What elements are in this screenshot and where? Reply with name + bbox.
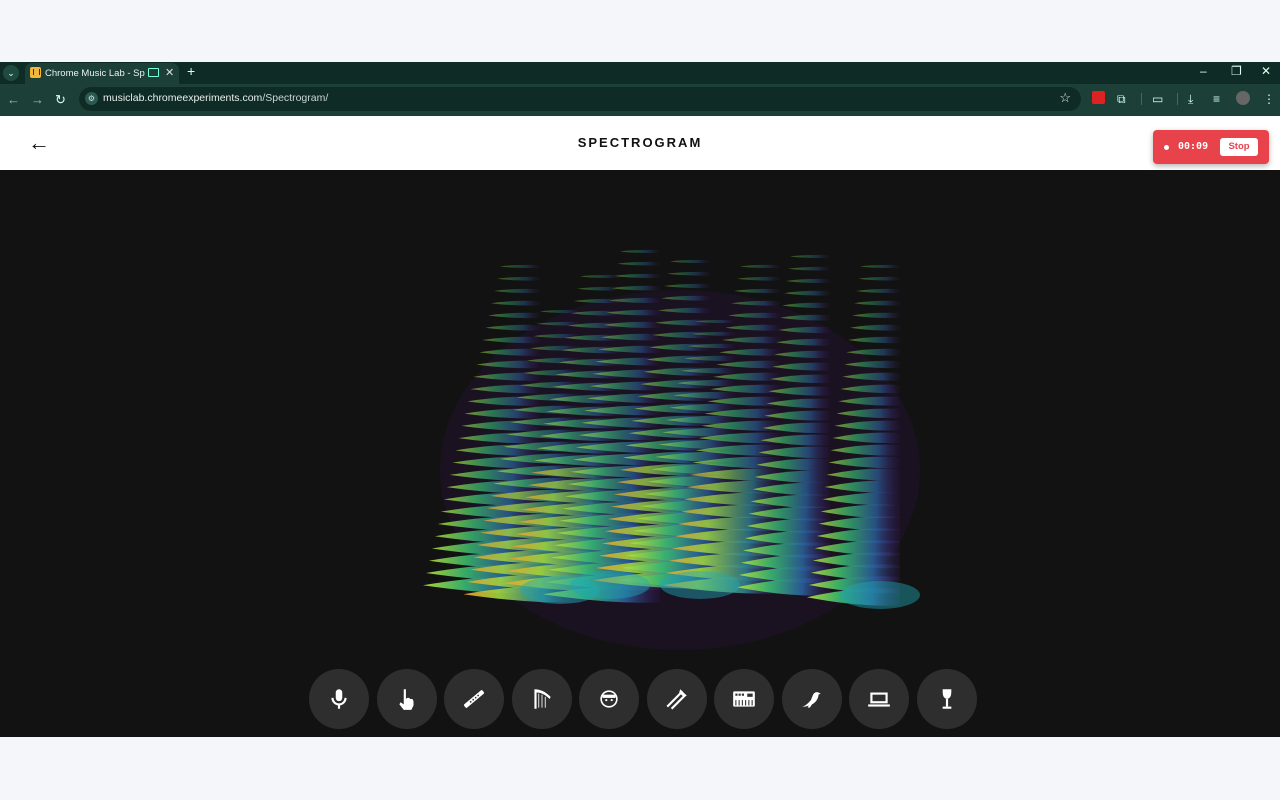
wineglass-button[interactable] [916, 669, 977, 729]
spectrogram-peak [482, 336, 540, 344]
page-content: ← SPECTROGRAM 00:09 Stop [0, 116, 1280, 737]
site-info-icon[interactable]: ⚙ [85, 92, 98, 105]
minimize-icon[interactable]: – [1200, 64, 1207, 78]
spectrogram-peak [734, 288, 780, 294]
spectrogram-peak [497, 276, 540, 281]
spectrogram-peak [664, 283, 710, 289]
spectrogram-peak [617, 261, 660, 266]
spectrogram-peak [580, 274, 620, 279]
spectrogram-peak [667, 271, 710, 276]
trombone-button[interactable] [646, 669, 707, 729]
flute-button[interactable] [444, 669, 504, 729]
face-icon [600, 690, 618, 708]
bird-button[interactable] [781, 669, 842, 729]
spectrogram-glow [660, 571, 740, 599]
harp-button[interactable] [511, 669, 572, 729]
voice-button[interactable] [579, 669, 639, 729]
spectrogram-peak [856, 288, 900, 294]
harp-icon [533, 689, 551, 709]
spectrogram-peak [858, 276, 900, 281]
bird-icon [801, 692, 821, 708]
spectrogram-peak [852, 312, 900, 319]
spectrogram-peak [782, 302, 830, 309]
trombone-icon [665, 689, 687, 710]
forward-nav-icon[interactable]: → [31, 92, 44, 107]
tab-chrome-music-lab[interactable]: Chrome Music Lab - Spectr ✕ [25, 63, 179, 84]
spectrogram-peak [850, 324, 900, 331]
spectrogram-visualization[interactable] [0, 170, 1280, 737]
instrument-dock [309, 669, 979, 731]
media-playing-icon[interactable] [148, 68, 159, 77]
wineglass-icon [942, 689, 951, 709]
url-text[interactable]: musiclab.chromeexperiments.com/Spectrogr… [103, 92, 328, 104]
more-menu-icon[interactable]: ⋮ [1263, 92, 1275, 106]
url-path: /Spectrogram/ [262, 92, 329, 104]
spectrogram-peak [576, 286, 620, 291]
synth-icon [733, 691, 755, 707]
laptop-icon [868, 692, 890, 707]
spectrogram-peak [790, 254, 830, 259]
browser-window: ⌄ Chrome Music Lab - Spectr ✕ + – ❐ ✕ ← … [0, 62, 1280, 737]
spectrogram-peak [500, 264, 540, 269]
recorder-extension-icon[interactable] [1092, 91, 1105, 104]
spectrogram-glow [840, 581, 920, 609]
spectrogram-peak [479, 348, 540, 356]
computer-button[interactable] [849, 669, 909, 729]
toolbar-divider [1141, 93, 1142, 105]
restore-icon[interactable]: ❐ [1231, 64, 1242, 78]
spectrogram-peak [620, 249, 660, 254]
draw-button[interactable] [376, 669, 437, 729]
page-title: SPECTROGRAM [577, 135, 703, 150]
tab-title: Chrome Music Lab - Spectr [45, 68, 145, 79]
spectrogram-peak [670, 259, 710, 264]
browser-toolbar: ← → ↻ ⚙ musiclab.chromeexperiments.com/S… [0, 84, 1280, 116]
extensions-puzzle-icon[interactable]: ⧉ [1117, 92, 1126, 107]
tab-search-chevron-icon[interactable]: ⌄ [3, 65, 19, 81]
recording-indicator: 00:09 Stop [1153, 130, 1269, 164]
new-tab-plus-icon[interactable]: + [187, 63, 195, 79]
spectrogram-peak [784, 290, 830, 296]
synth-button[interactable] [714, 669, 774, 729]
spectrogram-peak [485, 324, 540, 331]
bookmark-star-icon[interactable]: ☆ [1059, 90, 1071, 106]
recording-dot-icon [1164, 145, 1169, 150]
microphone-icon [331, 689, 347, 709]
reload-icon[interactable]: ↻ [55, 92, 66, 108]
spectrogram-peak [494, 288, 540, 294]
tab-close-icon[interactable]: ✕ [165, 66, 174, 79]
page-header: ← SPECTROGRAM 00:09 Stop [0, 116, 1280, 170]
hand-pointer-icon [398, 689, 413, 710]
url-host: musiclab.chromeexperiments.com [103, 92, 263, 104]
spectrogram-peak [786, 278, 830, 284]
spectrogram-peak [860, 264, 900, 269]
toolbar-divider [1177, 93, 1178, 105]
tab-strip: ⌄ Chrome Music Lab - Spectr ✕ + – ❐ ✕ [0, 62, 1280, 84]
stop-recording-button[interactable]: Stop [1220, 138, 1258, 156]
piano-favicon-icon [30, 67, 41, 78]
spectrogram-peak [614, 273, 660, 279]
profile-avatar[interactable] [1236, 91, 1250, 105]
window-close-icon[interactable]: ✕ [1261, 64, 1271, 78]
microphone-button[interactable] [309, 669, 369, 729]
address-bar[interactable]: ⚙ musiclab.chromeexperiments.com/Spectro… [79, 87, 1081, 111]
media-controls-icon[interactable]: ≡ [1213, 92, 1220, 106]
spectrogram-peak [737, 276, 780, 281]
spectrogram-peak [788, 266, 830, 271]
spectrogram-peak [854, 300, 900, 306]
spectrogram-peak [491, 300, 540, 306]
back-nav-icon[interactable]: ← [7, 92, 20, 107]
spectrogram-peak [488, 312, 540, 319]
spectrogram-peak [848, 336, 900, 344]
spectrogram-glow [570, 571, 650, 599]
spectrogram-peak [740, 264, 780, 269]
flute-icon [463, 690, 485, 708]
download-icon[interactable]: ⤓ [1188, 92, 1193, 107]
spectrogram-peak [540, 309, 580, 314]
spectrogram-peaks [422, 249, 920, 650]
cast-icon[interactable]: ▭ [1152, 92, 1163, 106]
recording-time: 00:09 [1178, 141, 1209, 152]
